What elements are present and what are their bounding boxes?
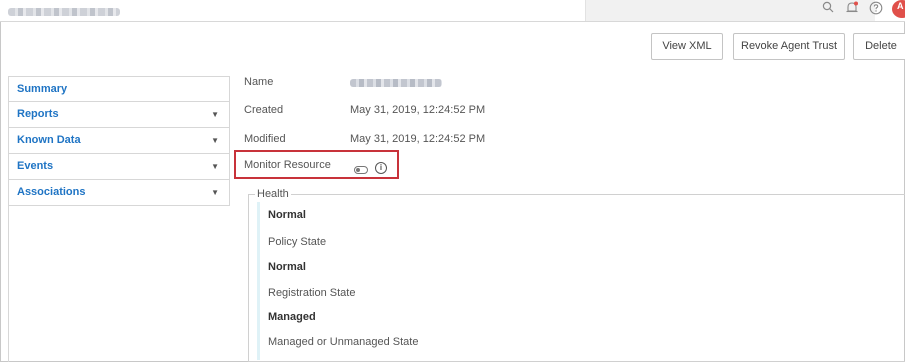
health-legend: Health — [255, 188, 291, 200]
sidebar-item-label: Reports — [17, 108, 59, 120]
modified-value: May 31, 2019, 12:24:52 PM — [350, 133, 486, 145]
created-value: May 31, 2019, 12:24:52 PM — [350, 104, 486, 116]
health-status-value: Normal — [268, 209, 306, 221]
caret-down-icon[interactable]: ▼ — [211, 128, 219, 153]
sidebar-item-events[interactable]: Events ▼ — [8, 154, 230, 180]
avatar[interactable]: A — [892, 0, 905, 18]
modified-label: Modified — [244, 133, 286, 145]
sidebar-item-label: Known Data — [17, 134, 81, 146]
revoke-agent-trust-button[interactable]: Revoke Agent Trust — [733, 33, 845, 60]
name-value-redacted — [350, 79, 442, 87]
policy-state-label: Policy State — [268, 236, 327, 248]
delete-button[interactable]: Delete — [853, 33, 905, 60]
monitor-resource-label: Monitor Resource — [244, 159, 331, 171]
view-xml-button[interactable]: View XML — [651, 33, 723, 60]
sidebar-item-known-data[interactable]: Known Data ▼ — [8, 128, 230, 154]
caret-down-icon[interactable]: ▼ — [211, 154, 219, 179]
sidebar-item-associations[interactable]: Associations ▼ — [8, 180, 230, 206]
name-label: Name — [244, 76, 274, 88]
bell-icon[interactable] — [845, 1, 859, 19]
sidebar-item-label: Events — [17, 160, 54, 172]
avatar-initial: A — [897, 1, 904, 11]
sidebar-item-label: Summary — [17, 83, 68, 95]
monitor-resource-toggle[interactable] — [354, 166, 368, 174]
registration-state-label: Registration State — [268, 287, 356, 299]
created-label: Created — [244, 104, 284, 116]
policy-state-value: Normal — [268, 261, 306, 273]
registration-state-value: Managed — [268, 311, 316, 323]
search-icon[interactable] — [822, 1, 834, 17]
sidebar-item-summary[interactable]: Summary — [8, 76, 230, 102]
managed-state-label: Managed or Unmanaged State — [268, 336, 419, 348]
health-accent-bar — [257, 202, 260, 360]
help-icon[interactable] — [869, 1, 883, 19]
caret-down-icon[interactable]: ▼ — [211, 180, 219, 205]
sidebar-item-label: Associations — [17, 186, 86, 198]
sidebar-nav: Summary Reports ▼ Known Data ▼ Events ▼ … — [8, 76, 230, 206]
caret-down-icon[interactable]: ▼ — [211, 102, 219, 127]
sidebar-item-reports[interactable]: Reports ▼ — [8, 102, 230, 128]
page-title-redacted — [8, 8, 120, 16]
info-icon[interactable]: i — [375, 162, 387, 174]
top-bar: A — [0, 0, 905, 22]
sidebar-divider — [8, 206, 9, 362]
